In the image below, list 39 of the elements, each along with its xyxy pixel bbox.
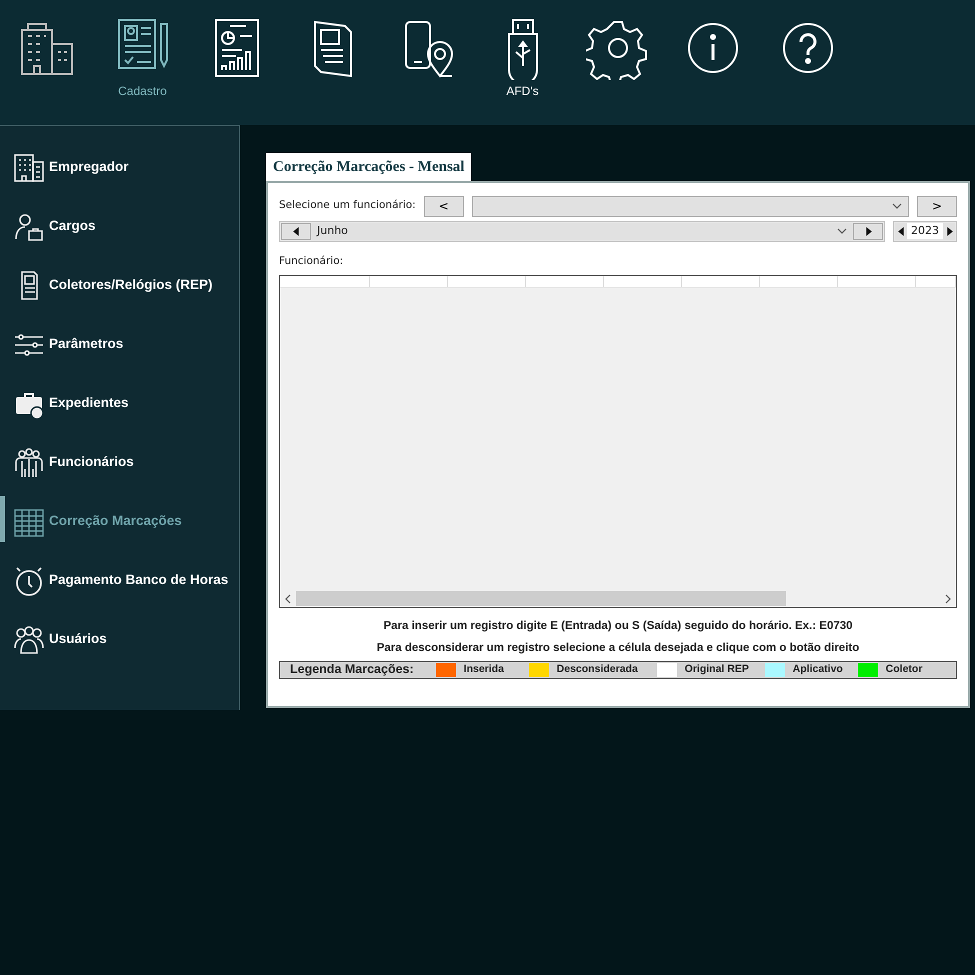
scroll-right-icon[interactable] — [945, 594, 951, 604]
sidebar-item[interactable]: Correção Marcações — [0, 492, 239, 551]
sidebar-item[interactable]: Expedientes — [0, 374, 239, 433]
sidebar-item[interactable]: Empregador — [0, 138, 239, 197]
building-icon — [13, 152, 45, 184]
toolbar-label[interactable]: Cadastro — [118, 82, 167, 100]
scroll-left-icon[interactable] — [285, 594, 291, 604]
legend-label: Coletor — [886, 662, 924, 677]
hint-text: Para desconsiderar um registro selecione a célula desejada e clique com o botão direito — [376, 640, 860, 656]
next-button[interactable]: > — [917, 196, 957, 216]
sidebar-item[interactable]: Parâmetros — [0, 315, 239, 374]
previous-month-button[interactable] — [281, 222, 311, 240]
month-dropdown[interactable]: Junho — [311, 222, 853, 240]
chevron-down-icon — [837, 228, 847, 234]
panel-tab[interactable]: Correção Marcações - Mensal — [266, 153, 472, 180]
sidebar-item[interactable]: Pagamento Banco de Horas — [0, 551, 239, 610]
sidebar-item[interactable]: Usuários — [0, 610, 239, 669]
toolbar-label[interactable]: AFD's — [506, 82, 539, 100]
scrollbar-thumb[interactable] — [296, 591, 786, 606]
next-month-button[interactable] — [853, 222, 883, 240]
employee-label: Selecione um funcionário: — [279, 198, 416, 214]
legend-label: Aplicativo — [792, 662, 844, 677]
chevron-down-icon — [892, 203, 902, 209]
hint-text: Para inserir um registro digite E (Entrada) ou S (Saída) seguido do horário. Ex.: E0730 — [382, 619, 854, 634]
legend-title: Legenda Marcações: — [290, 661, 414, 678]
sidebar-item[interactable]: Funcionários — [0, 433, 239, 492]
stopwatch-icon — [13, 564, 45, 596]
legend-label: Inserida — [464, 662, 505, 677]
previous-button[interactable]: < — [424, 196, 464, 216]
legend-label: Original REP — [684, 662, 750, 677]
selection-indicator — [0, 496, 5, 542]
grid-label: Funcionário: — [279, 254, 344, 268]
people-group-icon — [13, 446, 45, 478]
sidebar-item[interactable]: Coletores/Relógios (REP) — [0, 256, 239, 315]
left-arrow-icon — [292, 226, 300, 236]
users-icon — [13, 624, 45, 656]
legend-label: Desconsiderada — [556, 662, 639, 677]
sidebar-item[interactable]: Cargos — [0, 197, 239, 256]
right-arrow-icon — [864, 226, 872, 236]
